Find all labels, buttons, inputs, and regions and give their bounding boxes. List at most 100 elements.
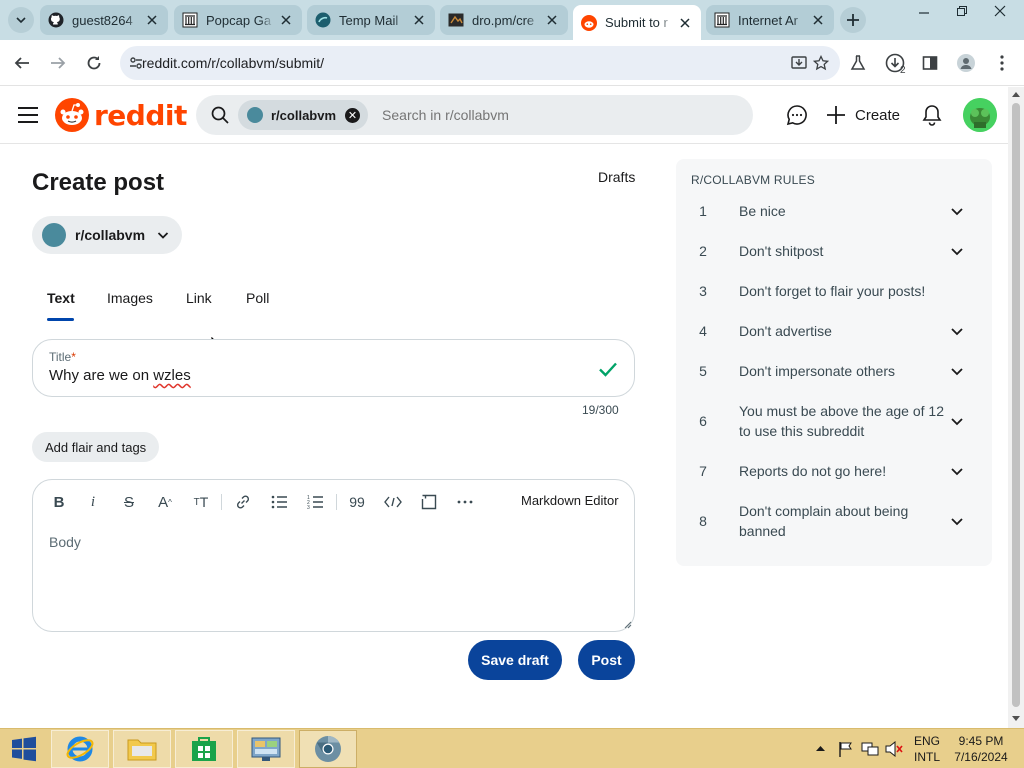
close-icon[interactable]: [278, 12, 294, 28]
code-icon[interactable]: [383, 492, 403, 512]
link-icon[interactable]: [233, 492, 253, 512]
browser-menu-button[interactable]: [990, 51, 1014, 75]
heading-icon[interactable]: TT: [191, 492, 211, 512]
svg-text:3: 3: [307, 505, 310, 509]
reload-button[interactable]: [82, 51, 106, 75]
italic-icon[interactable]: i: [83, 492, 103, 512]
network-icon[interactable]: [861, 741, 879, 757]
tab-text[interactable]: Text: [47, 290, 75, 306]
chevron-down-icon: [951, 208, 963, 216]
taskbar-chrome[interactable]: [299, 730, 357, 768]
browser-tab-dropm[interactable]: dro.pm/cre: [440, 5, 568, 35]
scroll-up-icon[interactable]: [1012, 91, 1020, 97]
url-text: reddit.com/r/collabvm/submit/: [142, 55, 325, 71]
minimize-button[interactable]: [906, 0, 942, 22]
downloads-button[interactable]: 2: [883, 51, 907, 76]
browser-tab-tempmail[interactable]: Temp Mail: [307, 5, 435, 35]
search-bar[interactable]: r/collabvm ✕: [196, 95, 753, 135]
community-selector[interactable]: r/collabvm: [32, 216, 182, 254]
download-count: 2: [900, 65, 906, 76]
save-draft-button[interactable]: Save draft: [468, 640, 562, 680]
post-button[interactable]: Post: [578, 640, 635, 680]
superscript-icon[interactable]: A ^: [155, 492, 175, 512]
forward-button[interactable]: [46, 51, 70, 75]
action-center-flag-icon[interactable]: [838, 741, 854, 757]
more-options-icon[interactable]: [455, 492, 475, 512]
close-icon[interactable]: [411, 12, 427, 28]
tab-poll[interactable]: Poll: [246, 290, 269, 306]
browser-tab-submit[interactable]: Submit to r: [573, 5, 701, 40]
back-button[interactable]: [10, 51, 34, 75]
drafts-button[interactable]: Drafts: [598, 169, 635, 185]
browser-tab-popcap[interactable]: Popcap Ga: [174, 5, 302, 35]
scroll-thumb[interactable]: [1012, 103, 1020, 707]
chat-button[interactable]: [785, 103, 809, 127]
close-icon[interactable]: [544, 12, 560, 28]
body-input[interactable]: Body: [49, 534, 81, 550]
clock-time: 9:45 PM: [958, 734, 1004, 748]
labs-button[interactable]: [846, 51, 870, 75]
rule-item[interactable]: 6 You must be above the age of 12 to use…: [691, 400, 977, 442]
rule-item[interactable]: 7 Reports do not go here!: [691, 460, 977, 482]
bullet-list-icon[interactable]: [269, 492, 289, 512]
taskbar-file-explorer[interactable]: [113, 730, 171, 768]
reddit-logo[interactable]: reddit: [55, 98, 187, 132]
restore-button[interactable]: [944, 0, 980, 22]
page-scrollbar[interactable]: [1008, 87, 1024, 728]
clock[interactable]: 9:45 PM 7/16/2024: [950, 733, 1012, 765]
numbered-list-icon[interactable]: 123: [305, 492, 325, 512]
notifications-button[interactable]: [920, 103, 944, 127]
show-hidden-icons-icon[interactable]: [816, 745, 825, 751]
quote-icon[interactable]: 99: [347, 492, 367, 512]
search-input[interactable]: [382, 107, 683, 123]
create-button[interactable]: Create: [826, 101, 900, 129]
input-language-indicator[interactable]: ENG INTL: [912, 733, 942, 765]
tab-search-button[interactable]: [8, 7, 34, 33]
address-bar[interactable]: reddit.com/r/collabvm/submit/: [120, 46, 840, 80]
rule-item[interactable]: 5 Don't impersonate others: [691, 360, 977, 382]
tab-link[interactable]: Link: [186, 290, 212, 306]
add-flair-button[interactable]: Add flair and tags: [32, 432, 160, 462]
close-window-button[interactable]: [982, 0, 1018, 22]
taskbar-control-panel[interactable]: [237, 730, 295, 768]
strikethrough-icon[interactable]: S: [119, 492, 139, 512]
markdown-editor-toggle[interactable]: Markdown Editor: [521, 493, 619, 508]
profile-button[interactable]: [954, 51, 978, 75]
rule-item[interactable]: 2 Don't shitpost: [691, 240, 977, 262]
code-block-icon[interactable]: [419, 492, 439, 512]
menu-icon[interactable]: [17, 105, 39, 125]
title-input[interactable]: Why are we on wzles: [49, 367, 191, 384]
close-icon[interactable]: [677, 15, 693, 31]
start-button[interactable]: [0, 730, 48, 768]
site-info-icon[interactable]: [129, 56, 143, 70]
new-tab-button[interactable]: [840, 7, 866, 33]
bookmark-star-icon[interactable]: [813, 55, 829, 71]
toolbar-divider: [336, 494, 337, 510]
avatar-icon: [963, 98, 997, 132]
tab-images[interactable]: Images: [107, 290, 153, 306]
taskbar-internet-explorer[interactable]: [51, 730, 109, 768]
bold-icon[interactable]: B: [49, 492, 69, 512]
rule-item[interactable]: 8 Don't complain about being banned: [691, 500, 977, 542]
side-panel-button[interactable]: [918, 51, 942, 75]
browser-tab-internet-archive[interactable]: Internet Ar: [706, 5, 834, 35]
title-field[interactable]: Title* Why are we on wzles: [32, 339, 635, 397]
rule-item[interactable]: 1 Be nice: [691, 200, 977, 222]
install-app-icon[interactable]: [791, 55, 807, 71]
body-editor[interactable]: B i S A ^ TT 123 99 Markdown Editor Body: [32, 479, 635, 632]
active-tab-indicator: [47, 318, 74, 321]
taskbar-store[interactable]: [175, 730, 233, 768]
close-icon[interactable]: [810, 12, 826, 28]
chevron-down-icon: [951, 518, 963, 526]
browser-tab-github[interactable]: guest8264: [40, 5, 168, 35]
volume-muted-icon[interactable]: [885, 741, 903, 757]
resize-handle-icon[interactable]: [622, 619, 632, 629]
rule-item[interactable]: 4 Don't advertise: [691, 320, 977, 342]
scroll-down-icon[interactable]: [1012, 716, 1020, 722]
close-icon[interactable]: [144, 12, 160, 28]
rule-item[interactable]: 3 Don't forget to flair your posts!: [691, 280, 977, 302]
bell-icon: [922, 105, 942, 126]
remove-scope-icon[interactable]: ✕: [345, 107, 361, 123]
user-avatar[interactable]: [963, 98, 997, 132]
windows-taskbar: ENG INTL 9:45 PM 7/16/2024: [0, 728, 1024, 768]
